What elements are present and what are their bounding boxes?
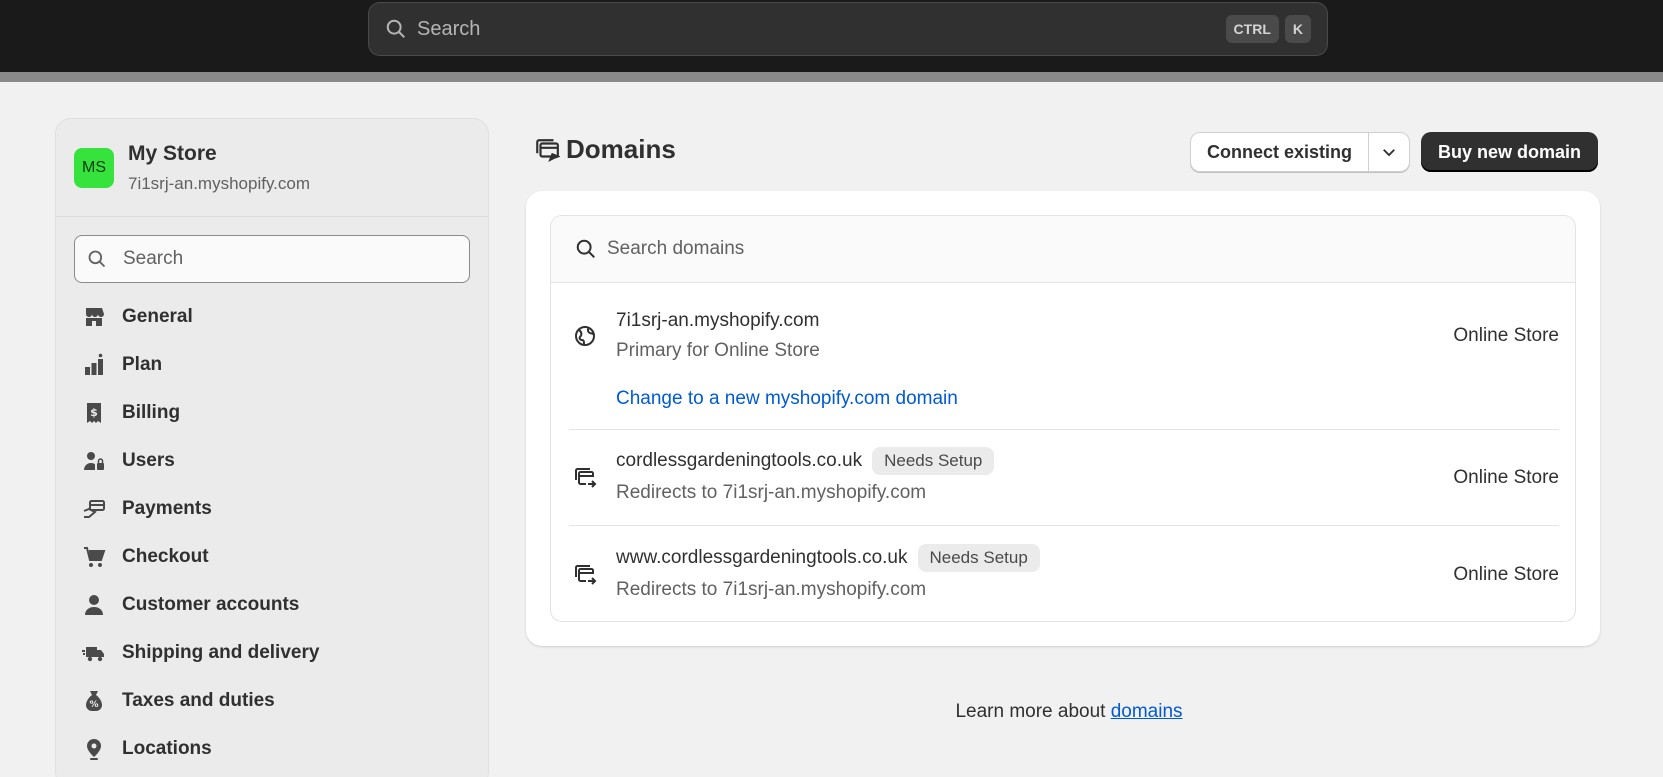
settings-sidebar: MS My Store 7i1srj-an.myshopify.com Gene… bbox=[55, 118, 489, 777]
change-myshopify-domain-link[interactable]: Change to a new myshopify.com domain bbox=[616, 388, 958, 410]
connect-existing-button[interactable]: Connect existing bbox=[1191, 133, 1370, 171]
globe-icon bbox=[575, 326, 595, 346]
redirect-icon bbox=[575, 565, 597, 585]
domain-subtitle: Redirects to 7i1srj-an.myshopify.com bbox=[616, 482, 927, 503]
domain-subtitle: Primary for Online Store bbox=[616, 340, 820, 361]
page-title-text: Domains bbox=[566, 134, 676, 164]
store-avatar: MS bbox=[74, 147, 114, 188]
sidebar-item-label: Customer accounts bbox=[122, 594, 300, 615]
domain-subtitle: Redirects to 7i1srj-an.myshopify.com bbox=[616, 579, 927, 600]
store-name: My Store bbox=[128, 141, 217, 165]
sidebar-item-label: Billing bbox=[122, 402, 181, 423]
domain-row[interactable]: www.cordlessgardeningtools.co.uk Needs Se… bbox=[569, 541, 1559, 611]
users-icon bbox=[84, 452, 104, 470]
plan-icon bbox=[85, 353, 103, 375]
sidebar-item-shipping[interactable]: Shipping and delivery bbox=[56, 629, 488, 677]
sidebar-item-checkout[interactable]: Checkout bbox=[56, 533, 488, 581]
domains-card: 7i1srj-an.myshopify.com Primary for Onli… bbox=[526, 191, 1600, 646]
domains-help-link[interactable]: domains bbox=[1111, 701, 1183, 722]
connect-button-group: Connect existing bbox=[1190, 132, 1411, 172]
store-header[interactable]: MS My Store 7i1srj-an.myshopify.com bbox=[56, 119, 488, 217]
domain-channel: Online Store bbox=[1453, 564, 1559, 585]
store-url: 7i1srj-an.myshopify.com bbox=[128, 173, 311, 193]
domain-name-text: www.cordlessgardeningtools.co.uk bbox=[616, 547, 908, 569]
sidebar-item-label: Payments bbox=[122, 498, 212, 519]
sidebar-item-plan[interactable]: Plan bbox=[56, 341, 488, 389]
learn-more-text: Learn more about domains bbox=[0, 701, 1663, 723]
search-icon bbox=[88, 250, 106, 268]
row-divider bbox=[569, 429, 1559, 430]
sidebar-item-label: Locations bbox=[122, 738, 212, 759]
sidebar-item-label: General bbox=[122, 306, 193, 327]
global-search-placeholder: Search bbox=[417, 17, 481, 40]
needs-setup-badge: Needs Setup bbox=[917, 544, 1040, 572]
header-strip bbox=[0, 72, 1663, 82]
global-search-bar[interactable]: Search CTRL K bbox=[368, 2, 1328, 56]
store-icon bbox=[86, 308, 104, 326]
domain-name[interactable]: www.cordlessgardeningtools.co.uk Needs Se… bbox=[616, 544, 1040, 572]
search-icon bbox=[576, 239, 595, 258]
connect-options-button[interactable] bbox=[1369, 133, 1409, 171]
domain-channel: Online Store bbox=[1453, 467, 1559, 488]
sidebar-item-label: Plan bbox=[122, 354, 163, 375]
location-icon bbox=[87, 739, 101, 760]
billing-icon: $ bbox=[87, 403, 101, 423]
sidebar-item-general[interactable]: General bbox=[56, 293, 488, 341]
top-bar: Search CTRL K bbox=[0, 0, 1663, 72]
shortcut-ctrl-key: CTRL bbox=[1225, 15, 1279, 43]
domain-name-text: cordlessgardeningtools.co.uk bbox=[616, 450, 863, 472]
sidebar-item-locations[interactable]: Locations bbox=[56, 725, 488, 773]
sidebar-item-billing[interactable]: $ Billing bbox=[56, 389, 488, 437]
learn-more-prefix: Learn more about bbox=[955, 701, 1111, 722]
cart-icon bbox=[84, 547, 106, 567]
sidebar-item-label: Users bbox=[122, 450, 175, 471]
domain-search[interactable] bbox=[551, 216, 1575, 283]
sidebar-item-users[interactable]: Users bbox=[56, 437, 488, 485]
page-title: Domains bbox=[534, 134, 676, 165]
domain-channel: Online Store bbox=[1453, 325, 1559, 346]
redirect-icon bbox=[575, 468, 597, 488]
domain-name[interactable]: cordlessgardeningtools.co.uk Needs Setup bbox=[616, 447, 995, 475]
shortcut-k-key: K bbox=[1284, 15, 1311, 43]
sidebar-item-payments[interactable]: Payments bbox=[56, 485, 488, 533]
buy-new-domain-button[interactable]: Buy new domain bbox=[1421, 132, 1599, 172]
needs-setup-badge: Needs Setup bbox=[872, 447, 995, 475]
svg-text:$: $ bbox=[90, 406, 98, 419]
sidebar-search[interactable] bbox=[74, 235, 470, 283]
sidebar-item-customer-accounts[interactable]: Customer accounts bbox=[56, 581, 488, 629]
domain-row[interactable]: cordlessgardeningtools.co.uk Needs Setup … bbox=[569, 444, 1559, 514]
chevron-down-icon bbox=[1383, 149, 1395, 157]
domain-name[interactable]: 7i1srj-an.myshopify.com bbox=[616, 310, 819, 332]
domains-icon bbox=[536, 138, 560, 162]
domain-search-input[interactable] bbox=[607, 238, 1407, 260]
sidebar-item-label: Checkout bbox=[122, 546, 209, 567]
domains-list: 7i1srj-an.myshopify.com Primary for Onli… bbox=[550, 215, 1576, 622]
sidebar-item-label: Shipping and delivery bbox=[122, 642, 320, 663]
domain-row[interactable]: 7i1srj-an.myshopify.com Primary for Onli… bbox=[569, 302, 1559, 422]
search-icon bbox=[386, 19, 405, 38]
row-divider bbox=[569, 525, 1559, 526]
person-icon bbox=[85, 595, 103, 615]
truck-icon bbox=[82, 647, 104, 662]
payments-icon bbox=[83, 500, 105, 518]
sidebar-search-input[interactable] bbox=[123, 248, 423, 270]
